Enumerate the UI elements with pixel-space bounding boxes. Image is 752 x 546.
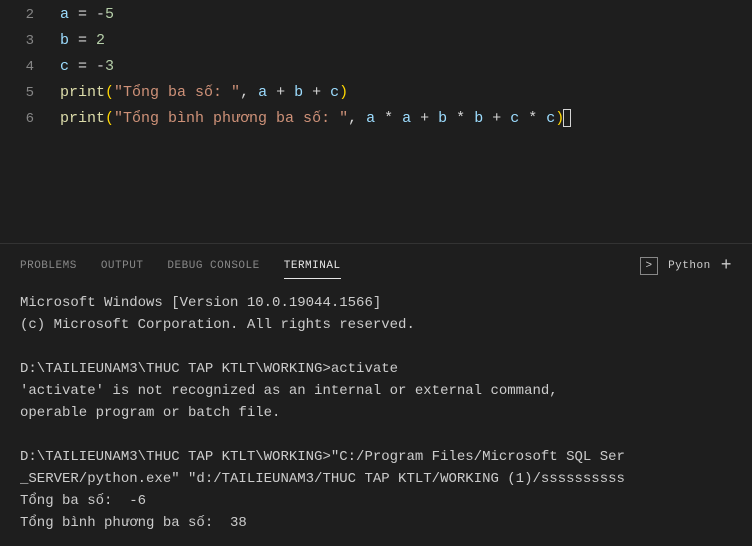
code-content[interactable]: a = -5 <box>60 2 752 28</box>
code-line[interactable]: 4c = -3 <box>0 54 752 80</box>
code-content[interactable]: b = 2 <box>60 28 752 54</box>
terminal-output[interactable]: Microsoft Windows [Version 10.0.19044.15… <box>0 280 752 546</box>
terminal-line <box>20 336 732 358</box>
shell-name[interactable]: Python <box>668 260 711 272</box>
tab-output[interactable]: OUTPUT <box>101 254 144 278</box>
code-content[interactable]: print("Tổng bình phương ba số: ", a * a … <box>60 106 752 132</box>
line-number: 6 <box>0 106 60 132</box>
terminal-dropdown-icon[interactable]: > <box>640 257 658 275</box>
panel-actions: > Python + <box>640 256 732 276</box>
terminal-line: D:\TAILIEUNAM3\THUC TAP KTLT\WORKING>"C:… <box>20 446 732 468</box>
terminal-line: Tổng ba số: -6 <box>20 490 732 512</box>
tab-problems[interactable]: PROBLEMS <box>20 254 77 278</box>
code-content[interactable]: c = -3 <box>60 54 752 80</box>
tab-terminal[interactable]: TERMINAL <box>284 254 341 279</box>
tab-debug-console[interactable]: DEBUG CONSOLE <box>167 254 259 278</box>
terminal-line: operable program or batch file. <box>20 402 732 424</box>
terminal-line: (c) Microsoft Corporation. All rights re… <box>20 314 732 336</box>
bottom-panel: PROBLEMS OUTPUT DEBUG CONSOLE TERMINAL >… <box>0 243 752 546</box>
code-line[interactable]: 6print("Tổng bình phương ba số: ", a * a… <box>0 106 752 132</box>
line-number: 3 <box>0 28 60 54</box>
line-number: 5 <box>0 80 60 106</box>
new-terminal-icon[interactable]: + <box>721 256 732 276</box>
terminal-line: _SERVER/python.exe" "d:/TAILIEUNAM3/THUC… <box>20 468 732 490</box>
editor-empty-space <box>0 132 752 243</box>
code-content[interactable]: print("Tổng ba số: ", a + b + c) <box>60 80 752 106</box>
terminal-line: D:\TAILIEUNAM3\THUC TAP KTLT\WORKING>act… <box>20 358 732 380</box>
terminal-line: Microsoft Windows [Version 10.0.19044.15… <box>20 292 732 314</box>
code-editor[interactable]: 2a = -53b = 24c = -35print("Tổng ba số: … <box>0 0 752 132</box>
line-number: 4 <box>0 54 60 80</box>
panel-tabs: PROBLEMS OUTPUT DEBUG CONSOLE TERMINAL >… <box>0 244 752 280</box>
code-line[interactable]: 2a = -5 <box>0 2 752 28</box>
line-number: 2 <box>0 2 60 28</box>
terminal-line <box>20 424 732 446</box>
code-line[interactable]: 5print("Tổng ba số: ", a + b + c) <box>0 80 752 106</box>
code-line[interactable]: 3b = 2 <box>0 28 752 54</box>
terminal-line: 'activate' is not recognized as an inter… <box>20 380 732 402</box>
terminal-line: Tổng bình phương ba số: 38 <box>20 512 732 534</box>
cursor <box>563 109 571 127</box>
